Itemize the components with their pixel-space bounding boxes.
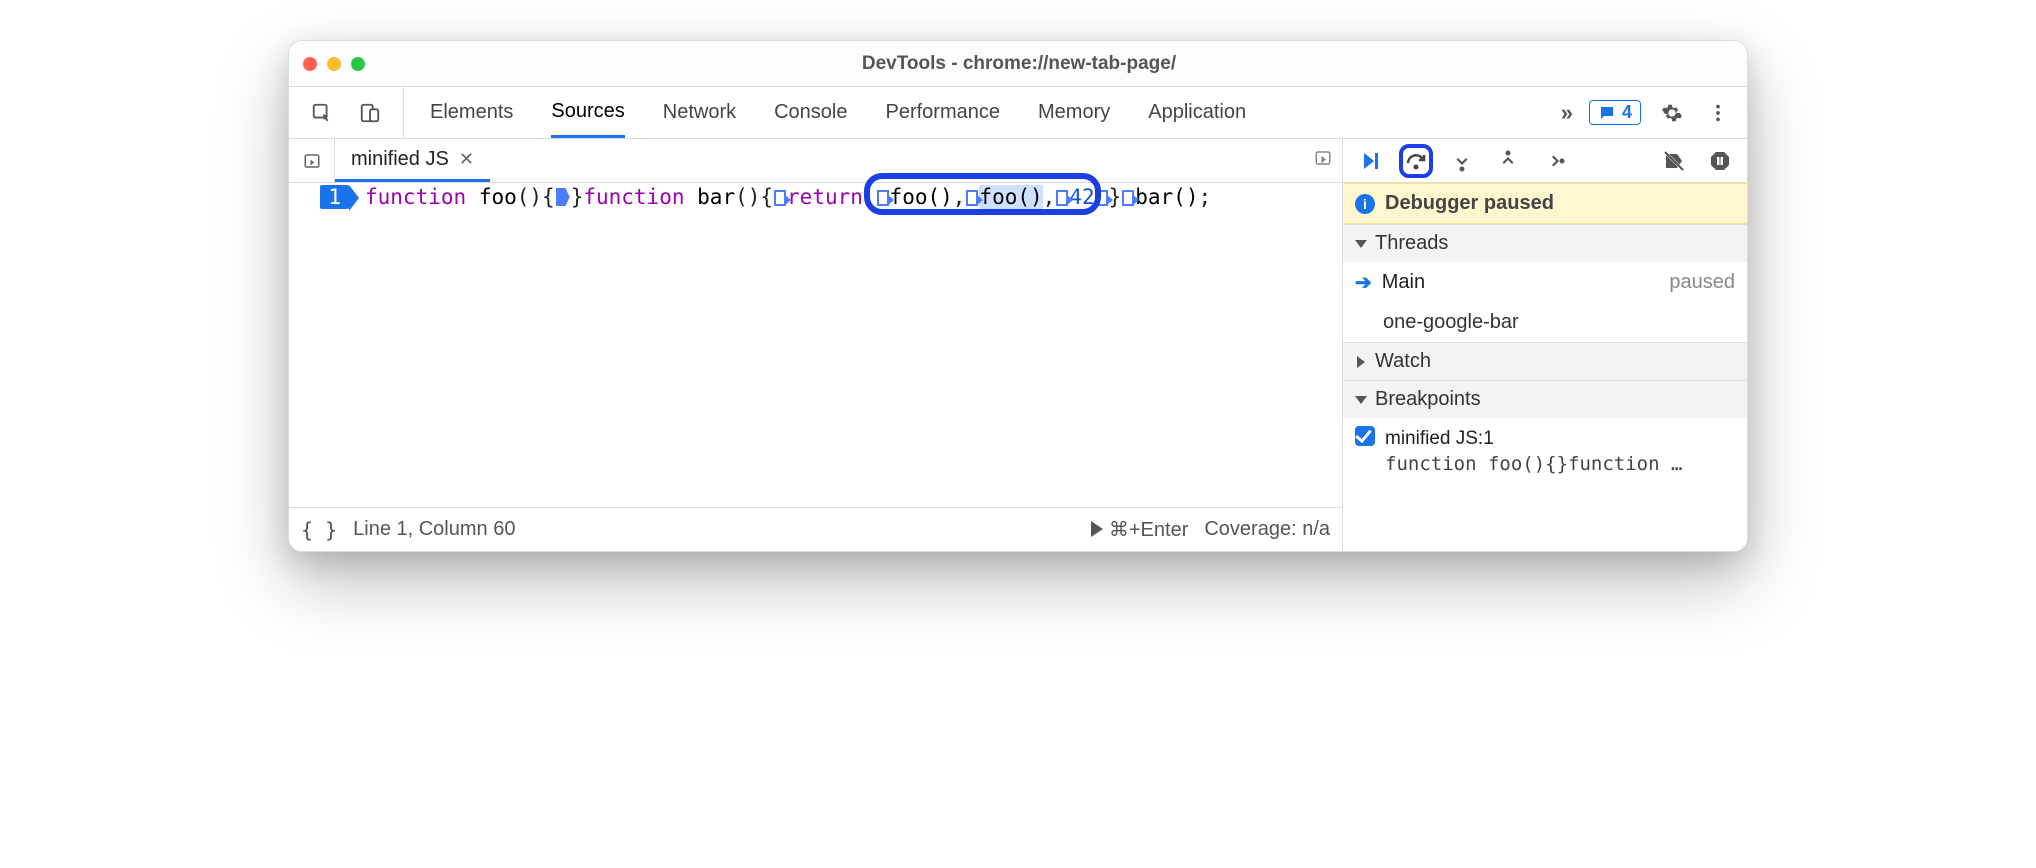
main-tabstrip: Elements Sources Network Console Perform…: [289, 87, 1747, 139]
debugger-toolbar: [1343, 139, 1747, 183]
pause-exceptions-button[interactable]: [1703, 144, 1737, 178]
section-title: Breakpoints: [1375, 388, 1481, 411]
issues-badge[interactable]: 4: [1589, 100, 1641, 125]
settings-icon[interactable]: [1657, 98, 1687, 128]
thread-state: paused: [1669, 271, 1735, 294]
thread-name: Main: [1382, 271, 1425, 294]
traffic-minimize-icon[interactable]: [327, 57, 341, 71]
step-marker-icon[interactable]: [556, 188, 570, 206]
traffic-close-icon[interactable]: [303, 57, 317, 71]
issues-count: 4: [1622, 102, 1632, 123]
current-thread-icon: ➔: [1355, 270, 1372, 295]
code-editor[interactable]: 1 function foo(){}function bar(){return …: [289, 183, 1342, 507]
step-marker-icon[interactable]: [774, 190, 786, 206]
sources-editor: minified JS ✕ 1 function foo(){}function…: [289, 139, 1343, 551]
comma: ,: [1043, 185, 1056, 209]
tab-sources[interactable]: Sources: [551, 87, 624, 138]
threads-section-header[interactable]: Threads: [1343, 224, 1747, 262]
inspect-element-icon[interactable]: [307, 98, 337, 128]
editor-statusbar: { } Line 1, Column 60 ⌘+Enter Coverage: …: [289, 507, 1342, 551]
breakpoints-section-header[interactable]: Breakpoints: [1343, 380, 1747, 418]
tab-application[interactable]: Application: [1148, 87, 1246, 138]
thread-main[interactable]: ➔ Main paused: [1343, 262, 1747, 303]
breakpoint-row[interactable]: minified JS:1 function foo(){}function …: [1343, 418, 1747, 485]
tab-elements[interactable]: Elements: [430, 87, 513, 138]
comma: ,: [953, 185, 966, 209]
kw-function: function: [583, 185, 684, 209]
brace: }: [571, 185, 584, 209]
notice-text: Debugger paused: [1385, 192, 1554, 215]
brace: (){: [735, 185, 773, 209]
thread-other[interactable]: one-google-bar: [1343, 303, 1747, 342]
device-toolbar-icon[interactable]: [355, 98, 385, 128]
breakpoint-label: minified JS:1: [1385, 428, 1494, 449]
navigator-toggle-icon[interactable]: [289, 139, 335, 182]
run-hint-text: ⌘+Enter: [1109, 519, 1188, 541]
deactivate-breakpoints-button[interactable]: [1657, 144, 1691, 178]
run-hint: ⌘+Enter: [1091, 517, 1188, 542]
kw-return: return: [787, 185, 876, 209]
kw-function: function: [365, 185, 466, 209]
mac-titlebar: DevTools - chrome://new-tab-page/: [289, 41, 1747, 87]
pretty-print-icon[interactable]: { }: [301, 518, 337, 542]
tab-network[interactable]: Network: [663, 87, 736, 138]
coverage-status: Coverage: n/a: [1204, 518, 1330, 541]
debugger-sidebar: i Debugger paused Threads ➔ Main paused …: [1343, 139, 1747, 551]
step-marker-icon[interactable]: [966, 190, 978, 206]
traffic-zoom-icon[interactable]: [351, 57, 365, 71]
cursor-position: Line 1, Column 60: [353, 518, 515, 541]
step-button[interactable]: [1537, 144, 1571, 178]
watch-section-header[interactable]: Watch: [1343, 342, 1747, 380]
breakpoint-code: function foo(){}function …: [1385, 453, 1682, 475]
snippet-run-icon[interactable]: [1304, 149, 1342, 172]
window-title: DevTools - chrome://new-tab-page/: [365, 53, 1673, 75]
tab-console[interactable]: Console: [774, 87, 847, 138]
resume-button[interactable]: [1353, 144, 1387, 178]
fn-foo: foo: [479, 185, 517, 209]
step-marker-icon[interactable]: [1096, 190, 1108, 206]
tab-performance[interactable]: Performance: [886, 87, 1001, 138]
kebab-menu-icon[interactable]: [1703, 98, 1733, 128]
line-number[interactable]: 1: [320, 185, 349, 209]
call-foo-current: foo(): [979, 185, 1042, 209]
semi: ;: [1198, 185, 1211, 209]
step-over-button[interactable]: [1399, 144, 1433, 178]
code-line: function foo(){}function bar(){return fo…: [357, 183, 1342, 507]
step-marker-icon[interactable]: [877, 190, 889, 206]
step-marker-icon[interactable]: [1056, 190, 1068, 206]
more-tabs-icon[interactable]: »: [1561, 100, 1573, 126]
section-title: Threads: [1375, 232, 1448, 255]
close-file-icon[interactable]: ✕: [459, 149, 474, 170]
step-marker-icon[interactable]: [1122, 190, 1134, 206]
step-out-button[interactable]: [1491, 144, 1525, 178]
debugger-paused-notice: i Debugger paused: [1343, 183, 1747, 224]
section-title: Watch: [1375, 350, 1431, 373]
file-tab-label: minified JS: [351, 148, 449, 171]
info-icon: i: [1355, 194, 1375, 214]
file-tab[interactable]: minified JS ✕: [335, 139, 490, 182]
step-into-button[interactable]: [1445, 144, 1479, 178]
fn-bar: bar: [697, 185, 735, 209]
brace: (){: [517, 185, 555, 209]
call-bar: bar(): [1135, 185, 1198, 209]
tab-memory[interactable]: Memory: [1038, 87, 1110, 138]
call-foo: foo(): [890, 185, 953, 209]
breakpoint-checkbox[interactable]: [1355, 426, 1375, 446]
devtools-window: DevTools - chrome://new-tab-page/ Elemen…: [288, 40, 1748, 552]
